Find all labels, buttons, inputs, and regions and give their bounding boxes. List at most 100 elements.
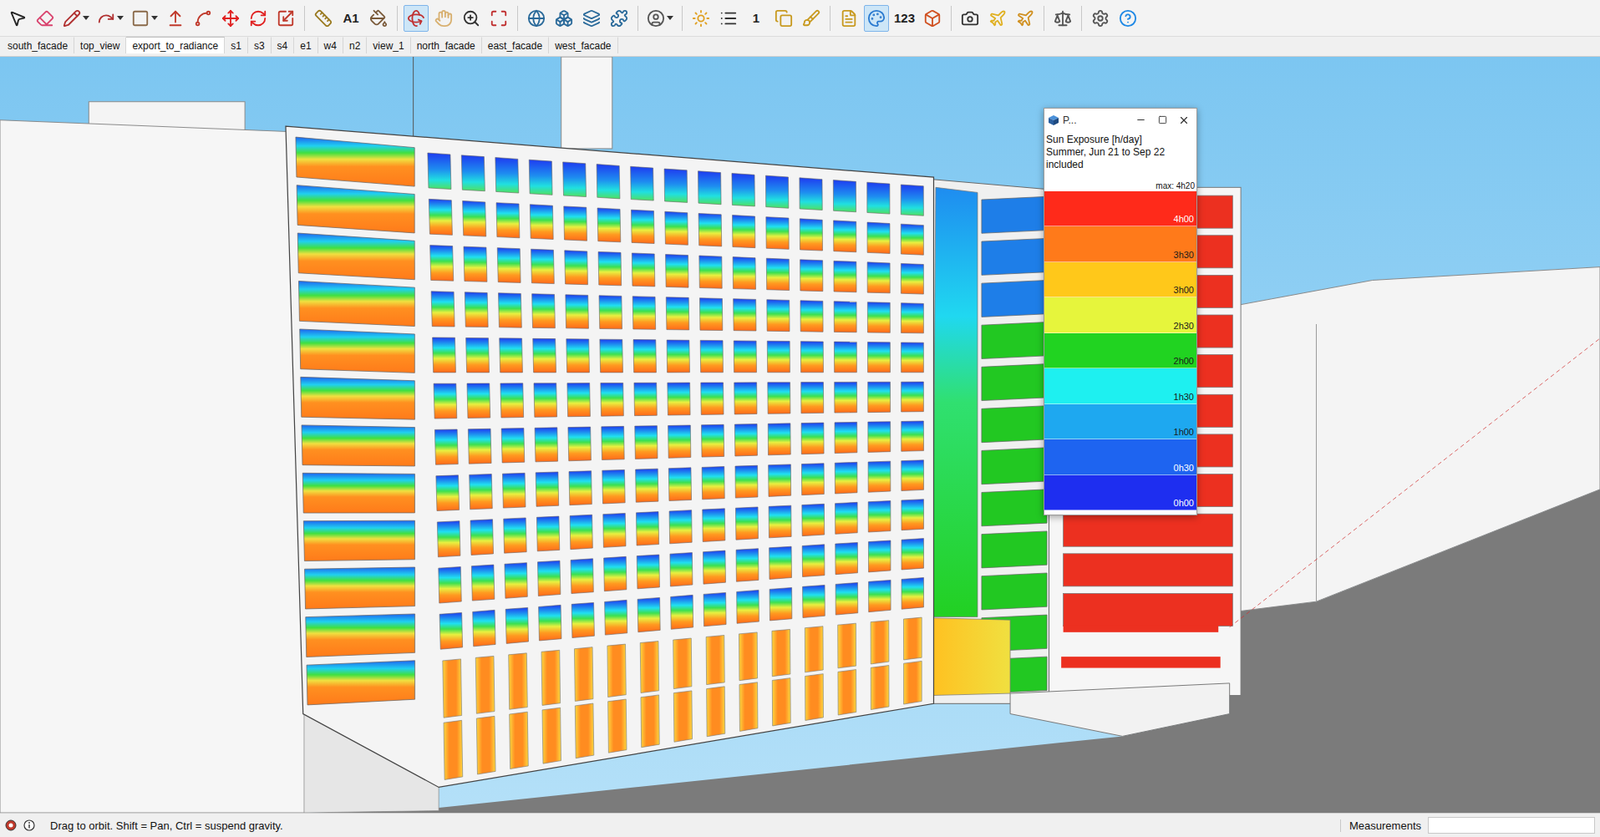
window-heatmap	[568, 426, 591, 462]
tool-button[interactable]	[5, 5, 31, 32]
maximize-button[interactable]	[1153, 111, 1172, 129]
viewport[interactable]: P...Sun Exposure [h/day]Summer, Jun 21 t…	[0, 56, 1600, 813]
minimize-button[interactable]	[1131, 111, 1150, 129]
scene-tab[interactable]: s3	[248, 36, 272, 54]
tool-button[interactable]	[606, 5, 632, 32]
scene-tab[interactable]: e1	[294, 36, 318, 54]
window-heatmap	[630, 209, 655, 244]
tool-button[interactable]	[523, 5, 549, 32]
window-heatmap	[636, 554, 660, 590]
window-heatmap	[736, 589, 760, 624]
scene-tab[interactable]: w4	[318, 36, 344, 54]
measurements-input[interactable]	[1427, 817, 1595, 834]
window-heatmap	[732, 257, 756, 290]
window-heatmap	[800, 259, 823, 292]
window-heatmap	[868, 579, 892, 612]
tool-button[interactable]	[94, 5, 127, 32]
tool-button[interactable]	[551, 5, 577, 32]
tool-button[interactable]	[32, 5, 58, 32]
window-heatmap	[563, 206, 588, 241]
tool-button[interactable]	[128, 5, 161, 32]
tool-button[interactable]	[579, 5, 605, 32]
window-heatmap	[901, 460, 925, 492]
tool-button[interactable]	[458, 5, 484, 32]
scene-tab[interactable]: s1	[224, 36, 249, 54]
tool-button[interactable]	[190, 5, 216, 32]
east-heatmap	[1063, 513, 1234, 547]
window-heatmap	[901, 577, 925, 610]
tool-icon	[462, 9, 481, 28]
tool-button[interactable]: 123	[891, 5, 918, 32]
tool-button[interactable]	[771, 5, 797, 32]
east-heatmap	[1063, 624, 1220, 633]
tower	[561, 56, 613, 149]
scene-tab[interactable]: s4	[271, 36, 295, 54]
info-icon[interactable]	[23, 819, 36, 832]
toolbar-separator	[396, 5, 398, 31]
tool-button[interactable]	[245, 5, 271, 32]
tool-icon	[221, 9, 240, 28]
tool-button[interactable]	[162, 5, 188, 32]
tool-icon	[166, 9, 185, 28]
window-heatmap	[497, 248, 521, 284]
window-heatmap	[633, 340, 656, 373]
tool-button[interactable]	[273, 5, 299, 32]
window-heatmap	[635, 468, 659, 503]
tool-button[interactable]	[798, 5, 824, 32]
scene-tab[interactable]: export_to_radiance	[126, 36, 225, 54]
window-heatmap	[503, 518, 527, 554]
window-heatmap	[800, 341, 823, 373]
dropdown-caret-icon[interactable]	[116, 15, 124, 21]
window-heatmap	[900, 223, 924, 255]
window-heatmap	[467, 383, 491, 419]
tool-button[interactable]	[1050, 5, 1076, 32]
scene-tab[interactable]: north_facade	[411, 36, 483, 54]
dropdown-caret-icon[interactable]	[151, 15, 158, 21]
tool-button[interactable]	[644, 5, 676, 32]
dropdown-caret-icon[interactable]	[666, 15, 674, 21]
scene-tab[interactable]: top_view	[74, 36, 127, 54]
tool-button[interactable]	[863, 5, 889, 32]
window-heatmap	[631, 253, 655, 287]
title-bar[interactable]: P...	[1044, 108, 1197, 132]
legend-window[interactable]: P...Sun Exposure [h/day]Summer, Jun 21 t…	[1043, 107, 1198, 516]
scene-tab[interactable]: east_facade	[482, 36, 549, 54]
tool-button[interactable]: A1	[338, 5, 364, 32]
tool-button[interactable]	[60, 5, 92, 32]
scene-tab[interactable]: view_1	[366, 36, 411, 54]
tool-button[interactable]	[403, 5, 429, 32]
window-heatmap	[834, 462, 858, 494]
window-heatmap	[567, 383, 590, 417]
window-heatmap	[598, 251, 622, 285]
scene-tab[interactable]: n2	[343, 36, 367, 54]
tool-button[interactable]	[365, 5, 392, 32]
scene-tab[interactable]: south_facade	[1, 36, 75, 54]
tool-icon	[1118, 9, 1138, 28]
window-heatmap	[697, 171, 722, 205]
tool-button[interactable]	[716, 5, 742, 32]
scene-tab[interactable]: west_facade	[548, 36, 618, 54]
tool-button[interactable]	[957, 5, 983, 32]
tool-button[interactable]	[1087, 5, 1113, 32]
tool-button[interactable]	[1012, 5, 1038, 32]
window-heatmap	[733, 299, 757, 331]
tool-button[interactable]	[836, 5, 862, 32]
maximize-icon	[1158, 115, 1168, 125]
window-heatmap	[304, 567, 416, 610]
tool-button[interactable]	[1115, 5, 1141, 32]
model-viewport[interactable]	[0, 56, 1600, 813]
tool-button[interactable]	[218, 5, 244, 32]
tool-icon	[923, 9, 942, 28]
tool-button[interactable]: 1	[743, 5, 769, 32]
tool-button[interactable]	[310, 5, 336, 32]
window-heatmap	[769, 546, 793, 580]
window-heatmap	[665, 297, 689, 331]
dropdown-caret-icon[interactable]	[82, 15, 90, 21]
tool-button[interactable]	[919, 5, 945, 32]
tool-button[interactable]	[431, 5, 457, 32]
close-button[interactable]	[1174, 111, 1194, 129]
window-heatmap	[463, 246, 488, 282]
tool-button[interactable]	[486, 5, 512, 32]
tool-button[interactable]	[985, 5, 1011, 32]
tool-button[interactable]	[688, 5, 714, 32]
